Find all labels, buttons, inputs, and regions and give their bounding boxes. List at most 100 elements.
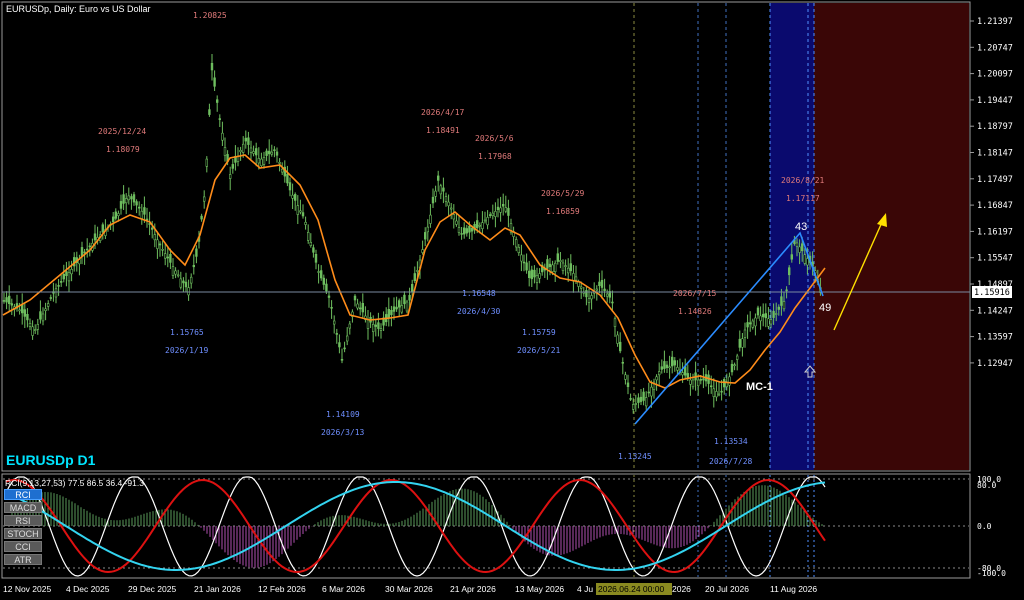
low-date-label: 2026/3/13	[321, 428, 365, 437]
candle-body	[499, 207, 502, 213]
candle-body	[18, 309, 21, 312]
symbol-label: EURUSDp D1	[6, 452, 96, 468]
stoch-button[interactable]: STOCH	[4, 528, 42, 539]
candle-body	[722, 378, 726, 388]
candle-body	[208, 109, 211, 115]
candle-body	[683, 366, 687, 376]
candle-body	[491, 212, 494, 216]
candle-body	[280, 168, 284, 173]
candle-body	[548, 263, 552, 268]
candle-body	[332, 320, 336, 325]
candle-body	[434, 190, 437, 197]
candle-body	[660, 366, 664, 370]
low-price-label: 1.14109	[326, 410, 360, 419]
candle-body	[483, 219, 487, 222]
candle-body	[785, 289, 788, 292]
candle-body	[114, 211, 118, 219]
cci-button[interactable]: CCI	[4, 541, 42, 552]
candle-body	[741, 338, 744, 348]
candle-body	[447, 201, 450, 207]
candle-body	[223, 147, 227, 156]
candle-body	[325, 283, 328, 292]
candle-body	[205, 158, 208, 167]
candle-body	[748, 322, 752, 325]
high-date-label: 2026/4/17	[421, 108, 465, 117]
high-price-label: 1.20825	[193, 11, 227, 20]
candle-body	[676, 367, 679, 371]
time-tick-label: 2026	[672, 584, 691, 594]
candle-body	[699, 378, 703, 381]
candle-body	[296, 205, 299, 215]
candle-body	[179, 278, 182, 288]
macd-button[interactable]: MACD	[4, 502, 42, 513]
price-tick-label: 1.15547	[977, 254, 1013, 264]
candle-body	[44, 308, 47, 311]
atr-button[interactable]: ATR	[4, 554, 42, 565]
candle-body	[655, 376, 658, 381]
indicator-tick-label: -100.0	[977, 569, 1006, 578]
rci-button[interactable]: RCI	[4, 489, 42, 500]
candle-body	[267, 150, 271, 155]
candle-body	[618, 341, 622, 352]
candle-body	[644, 397, 648, 407]
moving-average-line	[2, 154, 826, 389]
candle-body	[218, 118, 221, 120]
candle-body	[416, 270, 419, 272]
time-tick-label: 2026.06.24 00:00	[598, 584, 664, 594]
wave-count-label: 43	[795, 221, 807, 233]
time-tick-label: 13 May 2026	[515, 584, 564, 594]
time-tick-label: 6 Mar 2026	[322, 584, 365, 594]
price-tick-label: 1.20747	[977, 43, 1013, 53]
candle-body	[184, 281, 188, 288]
rsi-button[interactable]: RSI	[4, 515, 42, 526]
candle-body	[790, 254, 794, 260]
time-tick-label: 4 Ju	[577, 584, 593, 594]
candle-body	[10, 303, 13, 306]
candle-body	[286, 173, 289, 184]
candle-body	[533, 269, 536, 278]
candle-body	[780, 296, 783, 306]
candle-body	[538, 273, 541, 279]
candle-body	[439, 185, 442, 195]
indicator-tick-label: 0.0	[977, 522, 992, 531]
candle-body	[746, 322, 749, 328]
candle-body	[229, 174, 232, 179]
candle-body	[691, 379, 695, 388]
candle-body	[400, 305, 403, 313]
candle-body	[800, 243, 804, 252]
candle-body	[629, 398, 632, 400]
high-price-label: 1.16859	[546, 207, 580, 216]
candle-body	[795, 242, 799, 247]
candle-body	[216, 99, 219, 103]
candle-body	[156, 239, 159, 249]
price-axis: 1.21397 1.20747 1.20097 1.19447 1.18797 1.181…	[970, 17, 1013, 369]
price-chart[interactable]: EURUSDp, Daily: Euro vs US Dollar EURUSD…	[0, 0, 1024, 600]
candle-body	[299, 210, 302, 213]
low-price-label: 1.16548	[462, 289, 496, 298]
price-tick-label: 1.21397	[977, 17, 1013, 27]
candle-body	[101, 224, 105, 233]
candle-body	[166, 256, 169, 259]
high-price-label: 1.17968	[478, 152, 512, 161]
high-date-label: 2026/5/6	[475, 134, 514, 143]
candle-body	[67, 272, 71, 282]
candle-body	[293, 194, 297, 201]
candle-body	[475, 220, 479, 229]
candle-body	[54, 288, 58, 298]
candle-body	[598, 281, 601, 287]
candle-body	[681, 372, 684, 376]
candle-body	[611, 301, 614, 304]
candle-body	[436, 175, 440, 181]
candle-body	[312, 247, 315, 253]
candle-body	[569, 263, 573, 272]
candle-body	[379, 328, 383, 331]
candle-body	[231, 164, 234, 169]
candle-body	[764, 313, 768, 319]
candle-body	[322, 277, 325, 285]
price-tick-label: 1.12947	[977, 359, 1013, 369]
candle-body	[605, 293, 609, 297]
candle-body	[517, 247, 521, 254]
candle-body	[444, 196, 448, 202]
time-tick-label: 29 Dec 2025	[128, 584, 176, 594]
candle-body	[143, 207, 146, 215]
